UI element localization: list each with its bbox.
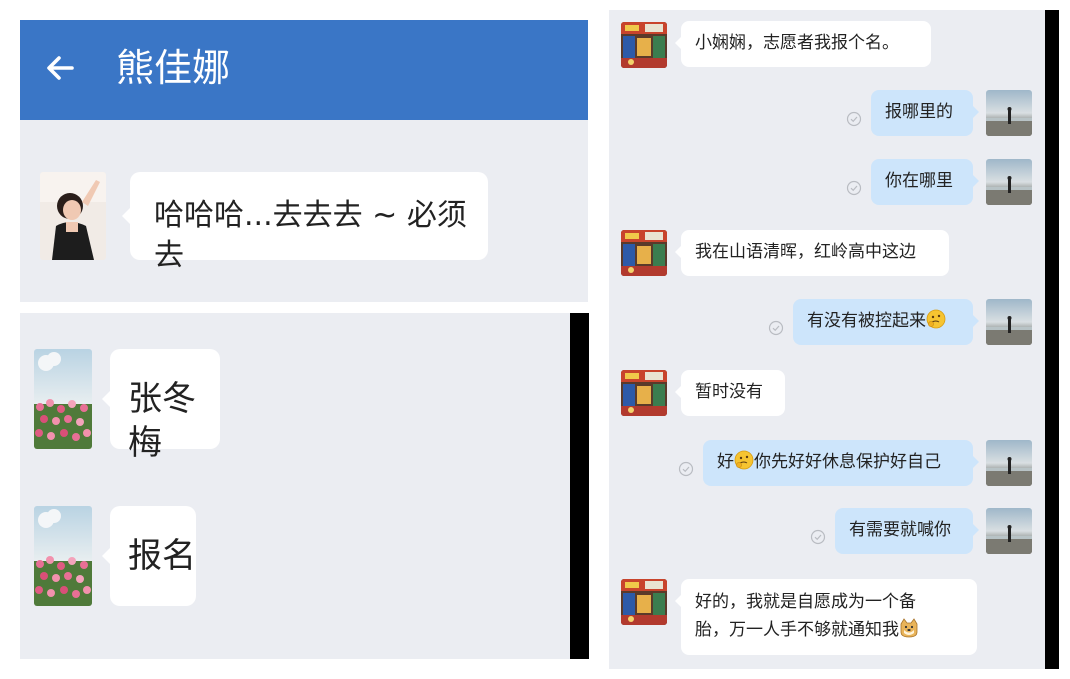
beach-avatar-image xyxy=(986,440,1032,486)
avatar[interactable] xyxy=(40,172,106,260)
doge-emoji-icon xyxy=(899,618,919,638)
avatar[interactable] xyxy=(986,159,1032,205)
avatar[interactable] xyxy=(621,370,667,416)
message-bubble: 你在哪里 xyxy=(871,159,979,205)
edge-bar xyxy=(570,313,589,659)
flower-avatar-image xyxy=(34,506,92,606)
avatar[interactable] xyxy=(34,349,92,449)
chat-screen-2: 张冬梅 报名 xyxy=(20,313,570,659)
back-arrow-icon[interactable] xyxy=(42,50,78,86)
avatar[interactable] xyxy=(986,299,1032,345)
chat-screen-3: 小娴娴，志愿者我报个名。 报哪里的 你在哪里 我在山语清晖，红岭高中这边 有没有… xyxy=(609,10,1045,669)
message-bubble: 张冬梅 xyxy=(102,349,220,463)
message-bubble: 好你先好好休息保护好自己 xyxy=(703,440,979,486)
message-bubble: 有没有被控起来 xyxy=(793,299,979,345)
message-text: 好 xyxy=(717,452,734,472)
chat-screen-1: 熊佳娜 哈哈哈...去去去 ~ 必须去 xyxy=(20,20,588,302)
beach-avatar-image xyxy=(986,90,1032,136)
message-text: 哈哈哈...去去去 ~ 必须去 xyxy=(154,198,467,273)
message-text: 报哪里的 xyxy=(885,102,953,122)
message-bubble: 哈哈哈...去去去 ~ 必须去 xyxy=(122,172,488,273)
message-text: 暂时没有 xyxy=(695,382,763,402)
contact-name: 熊佳娜 xyxy=(116,46,231,90)
message-text: 有没有被控起来 xyxy=(807,311,926,331)
message-bubble: 暂时没有 xyxy=(675,370,785,416)
thinking-emoji-icon xyxy=(734,450,754,470)
read-check-icon xyxy=(846,180,862,196)
edge-bar xyxy=(1045,10,1059,669)
flower-avatar-image xyxy=(34,349,92,449)
message-bubble: 好的，我就是自愿成为一个备 胎，万一人手不够就通知我 xyxy=(675,579,977,655)
read-check-icon xyxy=(846,111,862,127)
read-check-icon xyxy=(768,320,784,336)
message-bubble: 我在山语清晖，红岭高中这边 xyxy=(675,230,949,276)
avatar[interactable] xyxy=(986,90,1032,136)
message-text: 张冬梅 xyxy=(128,379,196,463)
message-bubble: 小娴娴，志愿者我报个名。 xyxy=(675,21,931,67)
message-text: 你在哪里 xyxy=(885,171,953,191)
shop-avatar-image xyxy=(621,22,667,68)
avatar[interactable] xyxy=(986,440,1032,486)
avatar[interactable] xyxy=(621,230,667,276)
message-text: 你先好好休息保护好自己 xyxy=(754,452,941,472)
avatar[interactable] xyxy=(621,579,667,625)
avatar[interactable] xyxy=(621,22,667,68)
shop-avatar-image xyxy=(621,370,667,416)
shop-avatar-image xyxy=(621,579,667,625)
message-text-line-2: 胎，万一人手不够就通知我 xyxy=(695,620,899,640)
message-bubble: 报哪里的 xyxy=(871,90,979,136)
avatar[interactable] xyxy=(986,508,1032,554)
read-check-icon xyxy=(678,461,694,477)
contact-avatar-photo xyxy=(40,172,106,260)
beach-avatar-image xyxy=(986,299,1032,345)
message-text: 小娴娴，志愿者我报个名。 xyxy=(695,33,899,53)
beach-avatar-image xyxy=(986,159,1032,205)
message-text-line-1: 好的，我就是自愿成为一个备 xyxy=(695,592,916,612)
beach-avatar-image xyxy=(986,508,1032,554)
shop-avatar-image xyxy=(621,230,667,276)
message-bubble: 报名 xyxy=(102,506,196,606)
chat-header: 熊佳娜 xyxy=(20,20,588,120)
thinking-emoji-icon xyxy=(926,309,946,329)
avatar[interactable] xyxy=(34,506,92,606)
read-check-icon xyxy=(810,529,826,545)
message-text: 报名 xyxy=(128,536,196,576)
message-text: 有需要就喊你 xyxy=(849,520,951,540)
message-text: 我在山语清晖，红岭高中这边 xyxy=(695,242,916,262)
message-bubble: 有需要就喊你 xyxy=(835,508,979,554)
